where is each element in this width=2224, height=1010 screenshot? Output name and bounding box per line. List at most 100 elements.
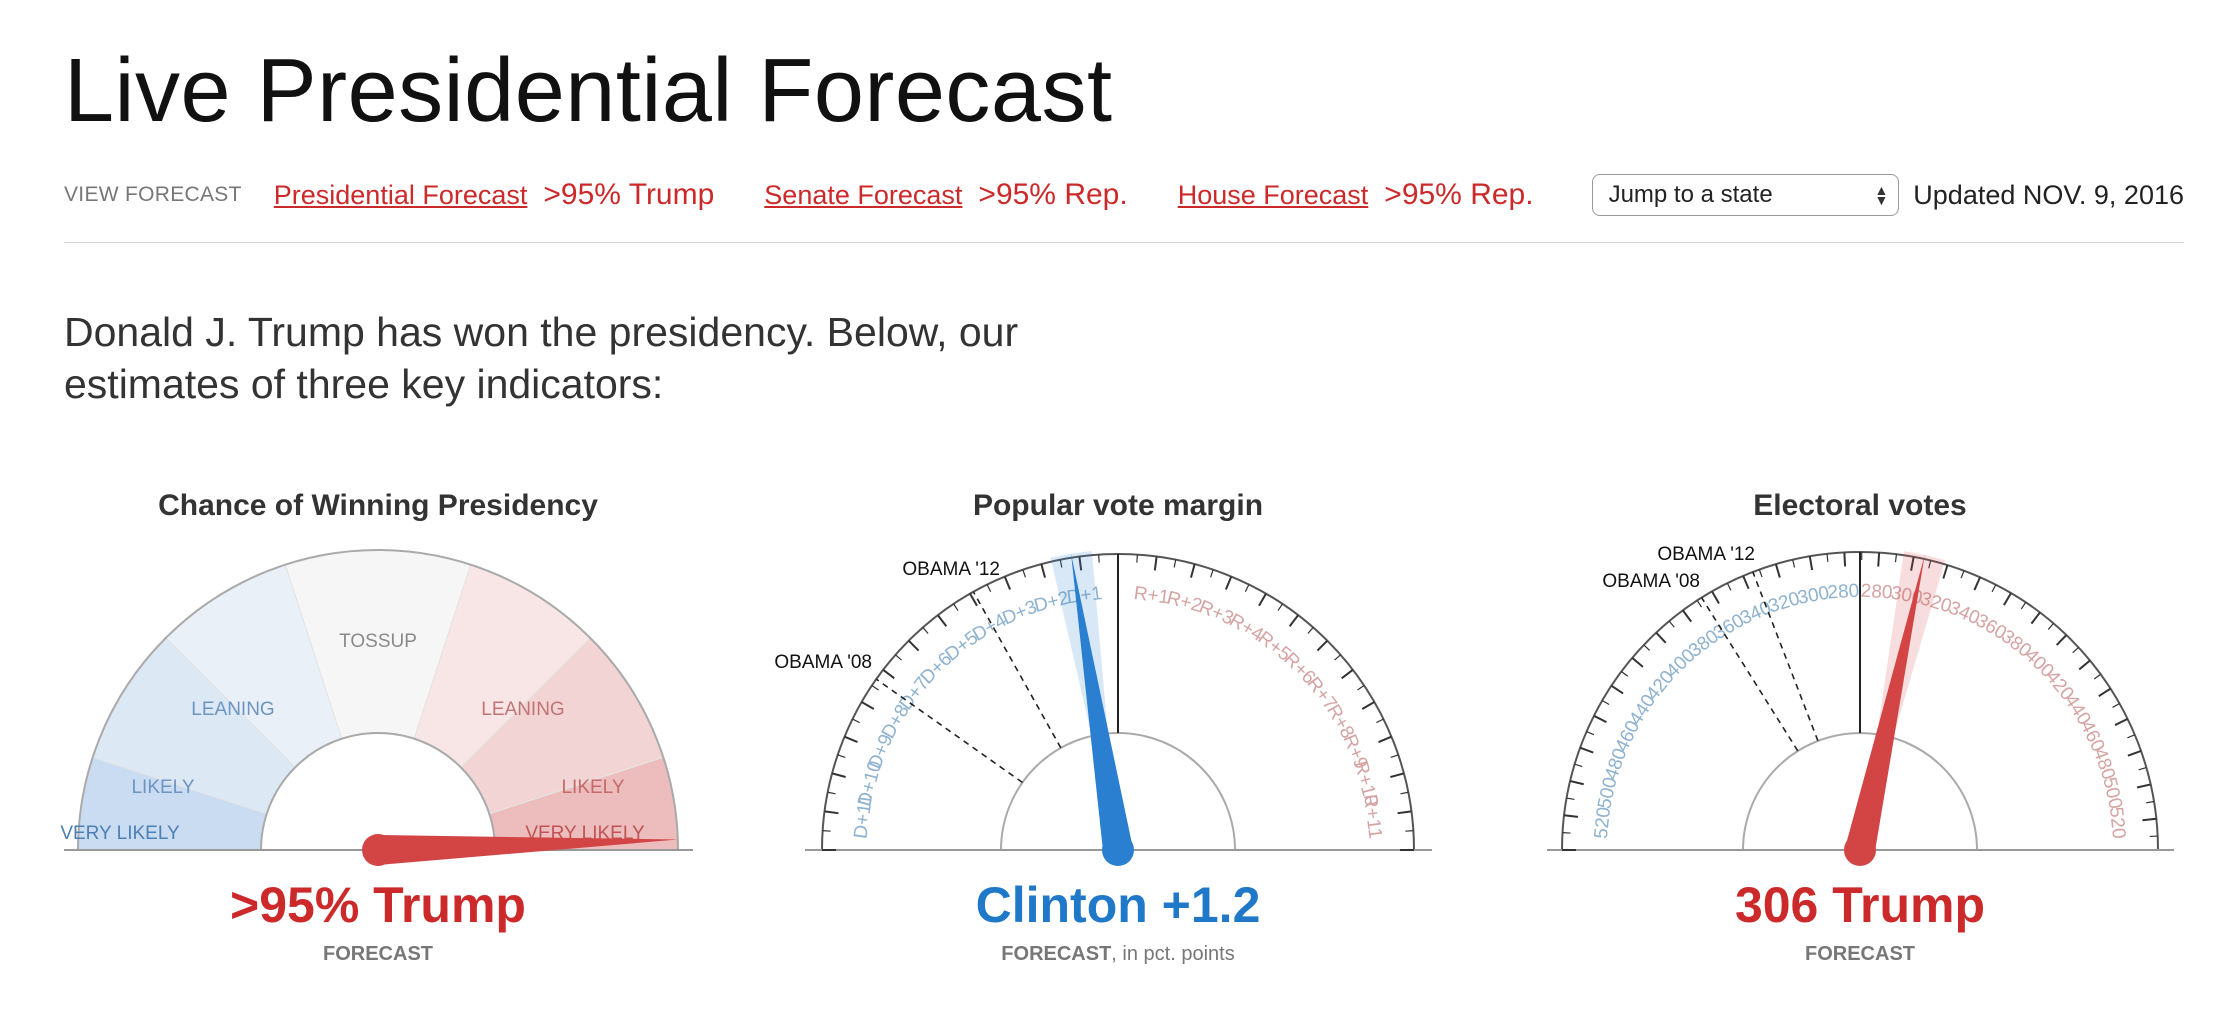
gauge-tick bbox=[1758, 569, 1763, 578]
gauge-tick bbox=[2003, 592, 2012, 606]
zone-label: LEANING bbox=[481, 699, 564, 720]
gauge-tick bbox=[907, 639, 920, 652]
zone-label: LIKELY bbox=[131, 777, 194, 798]
gauge-tick bbox=[2142, 817, 2157, 822]
gauge-tick bbox=[2020, 602, 2027, 610]
needle-hub bbox=[1844, 834, 1876, 866]
gauge-tick bbox=[1826, 553, 1829, 562]
gauge-tick bbox=[1655, 631, 1667, 644]
gauge-tick bbox=[1277, 603, 1283, 611]
gauge-tick bbox=[1210, 569, 1214, 578]
forecast-value: 306 Trump bbox=[1735, 877, 1985, 933]
gauge-tick bbox=[2030, 611, 2041, 625]
gauge-tick bbox=[882, 669, 895, 680]
gauge-tick bbox=[1774, 563, 1781, 578]
gauge-tick bbox=[1022, 569, 1026, 578]
gauge-tick bbox=[1696, 600, 1703, 608]
gauge-tick bbox=[953, 603, 959, 611]
gauge-tick bbox=[852, 718, 860, 724]
forecast-value: Clinton +1.2 bbox=[976, 877, 1261, 933]
gauge-tick bbox=[1288, 614, 1299, 627]
gauge-tick bbox=[1563, 814, 1579, 818]
tick-label: R+11 bbox=[1359, 793, 1386, 840]
gauge-tick bbox=[1579, 746, 1594, 754]
gauge-tick bbox=[2127, 750, 2142, 757]
gauge-tick bbox=[1942, 564, 1949, 579]
gauge-tick bbox=[1601, 699, 1610, 706]
gauge-tick bbox=[922, 627, 929, 634]
gauge-tick bbox=[1569, 780, 1584, 786]
gauge-tick bbox=[1566, 797, 1575, 801]
gauge-tick bbox=[837, 754, 846, 758]
gauge-tick bbox=[827, 791, 836, 795]
gauge-tick bbox=[1991, 584, 1997, 593]
gauge-tick bbox=[861, 701, 875, 710]
gauge-tick bbox=[2112, 702, 2120, 708]
zone-label: VERY LIKELY bbox=[60, 823, 180, 844]
gauge-tick bbox=[1586, 731, 1595, 736]
gauge-tick bbox=[1376, 718, 1384, 724]
forecast-sublabel: FORECAST, in pct. points bbox=[1001, 943, 1234, 965]
zone-label: TOSSUP bbox=[339, 631, 417, 652]
gauge-tick bbox=[1711, 590, 1720, 604]
gauge-tick bbox=[871, 685, 879, 691]
gauge-tick bbox=[1258, 593, 1267, 607]
gauge-tick bbox=[1894, 554, 1898, 563]
gauge-tick bbox=[1397, 810, 1412, 815]
gauge-tick bbox=[1173, 559, 1177, 568]
gauge-tick bbox=[1973, 576, 1981, 591]
gauges-chart: VERY LIKELY LIKELY LEANING TOSSUP LEANING LIK… bbox=[60, 489, 2174, 965]
gauge-tick bbox=[1190, 563, 1196, 578]
tick-label-dem: 300 bbox=[1796, 583, 1831, 609]
gauge-tick bbox=[969, 593, 978, 607]
gauge-tick bbox=[1668, 620, 1675, 628]
gauge-tick bbox=[2078, 659, 2091, 671]
gauge-tick bbox=[831, 772, 846, 778]
gauge-tick bbox=[1390, 754, 1399, 758]
gauge-tick bbox=[2098, 687, 2112, 698]
gauge-tick bbox=[822, 830, 831, 832]
reference-label: OBAMA '08 bbox=[774, 652, 872, 673]
gauge-tick bbox=[1307, 627, 1314, 634]
forecast-value: >95% Trump bbox=[230, 877, 526, 933]
gauge-tick bbox=[1390, 772, 1405, 778]
tick-label-rep: 280 bbox=[1860, 581, 1893, 604]
chart-title: Popular vote margin bbox=[973, 489, 1263, 522]
gauge-tick bbox=[1378, 735, 1392, 744]
gauge-tick bbox=[937, 614, 948, 627]
sublabel-rest: , in pct. points bbox=[1111, 943, 1234, 965]
gauge-tick bbox=[986, 584, 992, 592]
gauge-tick bbox=[1040, 563, 1046, 578]
gauge-tick bbox=[1224, 576, 1233, 590]
tick-label-dem: 280 bbox=[1827, 581, 1860, 604]
gauge-tick bbox=[1682, 609, 1693, 623]
gauge-tick bbox=[2072, 646, 2079, 654]
reference-label: OBAMA '12 bbox=[1657, 544, 1755, 565]
gauge-tick bbox=[1792, 559, 1796, 568]
zone-label: LEANING bbox=[191, 699, 274, 720]
reference-label: OBAMA '12 bbox=[902, 559, 1000, 580]
needle-hub bbox=[362, 834, 394, 866]
gauge-tick bbox=[1316, 639, 1329, 652]
gauge-tick bbox=[2093, 673, 2102, 680]
forecast-sublabel: FORECAST bbox=[323, 943, 433, 965]
gauge-tick bbox=[824, 810, 839, 815]
gauge-tick bbox=[1400, 791, 1409, 795]
gauge-tick bbox=[1244, 584, 1250, 592]
gauge-tick bbox=[1726, 582, 1732, 591]
gauge-tick bbox=[2127, 734, 2136, 739]
gauge-tick bbox=[1574, 763, 1583, 768]
gauge-tick bbox=[1357, 685, 1365, 691]
gauge-tick bbox=[2114, 718, 2129, 726]
gauge-tick bbox=[895, 654, 902, 661]
gauge-tick bbox=[1098, 554, 1100, 563]
gauge-tick bbox=[1631, 657, 1644, 668]
gauge-tick bbox=[1361, 701, 1375, 710]
gauge-tick bbox=[1003, 576, 1012, 590]
gauge-tick bbox=[2055, 634, 2068, 646]
gauge-tick bbox=[1742, 575, 1750, 590]
gauge-tick bbox=[1843, 552, 1847, 567]
gauge-tick bbox=[1643, 644, 1651, 651]
forecast-sublabel: FORECAST bbox=[1805, 943, 1915, 965]
sublabel-bold: FORECAST bbox=[1001, 943, 1111, 965]
